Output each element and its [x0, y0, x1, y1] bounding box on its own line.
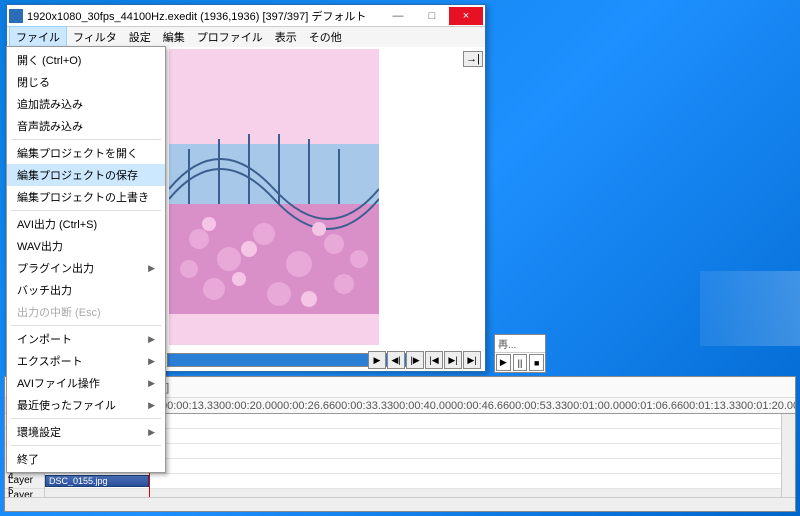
end-button[interactable]: ▶| — [463, 351, 481, 369]
menu-file[interactable]: ファイル — [9, 26, 67, 48]
maximize-button[interactable]: □ — [415, 7, 449, 25]
timeline-scroll-h[interactable] — [5, 497, 795, 511]
menu-profile[interactable]: プロファイル — [191, 27, 269, 47]
next-frame-button[interactable]: ▶| — [444, 351, 462, 369]
resume-title: 再... — [495, 335, 545, 353]
preview-panel — [169, 49, 379, 345]
preview-image — [169, 49, 379, 345]
frame-jump-button[interactable]: →| — [463, 51, 483, 67]
menu-edit[interactable]: 編集 — [157, 27, 191, 47]
menu-settings[interactable]: 設定 — [123, 27, 157, 47]
menu-item[interactable]: 編集プロジェクトを開く — [7, 142, 165, 164]
menu-item[interactable]: インポート▶ — [7, 328, 165, 350]
menu-item[interactable]: AVI出力 (Ctrl+S) — [7, 213, 165, 235]
minimize-button[interactable]: — — [381, 7, 415, 25]
app-icon — [9, 9, 23, 23]
layer-label-6[interactable]: Layer 6 — [5, 489, 44, 497]
menu-item[interactable]: 終了 — [7, 448, 165, 470]
play-button[interactable]: ▶ — [368, 351, 386, 369]
menu-item[interactable]: 編集プロジェクトの上書き — [7, 186, 165, 208]
prev-button[interactable]: ◀| — [387, 351, 405, 369]
next-button[interactable]: |▶ — [406, 351, 424, 369]
transport-controls: ▶ ◀| |▶ |◀ ▶| ▶| — [367, 351, 481, 369]
menu-item[interactable]: 開く (Ctrl+O) — [7, 49, 165, 71]
menu-item[interactable]: 環境設定▶ — [7, 421, 165, 443]
track-6[interactable] — [45, 489, 795, 497]
menubar: ファイル フィルタ 設定 編集 プロファイル 表示 その他 — [7, 27, 485, 47]
prev-frame-button[interactable]: |◀ — [425, 351, 443, 369]
file-menu-dropdown: 開く (Ctrl+O)閉じる追加読み込み音声読み込み編集プロジェクトを開く編集プ… — [6, 46, 166, 473]
titlebar[interactable]: 1920x1080_30fps_44100Hz.exedit (1936,193… — [7, 5, 485, 27]
menu-item[interactable]: プラグイン出力▶ — [7, 257, 165, 279]
resume-pause-button[interactable]: || — [513, 354, 528, 371]
menu-other[interactable]: その他 — [303, 27, 348, 47]
menu-item[interactable]: バッチ出力 — [7, 279, 165, 301]
layer-label-5[interactable]: Layer 5 — [5, 474, 44, 489]
resume-panel: 再... ▶ || ■ — [494, 334, 546, 373]
menu-item[interactable]: 追加読み込み — [7, 93, 165, 115]
menu-item[interactable]: 音声読み込み — [7, 115, 165, 137]
track-5[interactable]: DSC_0155.jpg — [45, 474, 795, 489]
window-title: 1920x1080_30fps_44100Hz.exedit (1936,193… — [27, 8, 381, 24]
menu-item[interactable]: 閉じる — [7, 71, 165, 93]
resume-stop-button[interactable]: ■ — [529, 354, 544, 371]
menu-item: 出力の中断 (Esc) — [7, 301, 165, 323]
menu-view[interactable]: 表示 — [269, 27, 303, 47]
menu-item[interactable]: 最近使ったファイル▶ — [7, 394, 165, 416]
menu-item[interactable]: AVIファイル操作▶ — [7, 372, 165, 394]
menu-item[interactable]: WAV出力 — [7, 235, 165, 257]
menu-item[interactable]: 編集プロジェクトの保存 — [7, 164, 165, 186]
close-button[interactable]: × — [449, 7, 483, 25]
menu-filter[interactable]: フィルタ — [67, 27, 123, 47]
resume-play-button[interactable]: ▶ — [496, 354, 511, 371]
timeline-scroll-v[interactable] — [781, 414, 795, 497]
clip-dsc2[interactable]: DSC_0155.jpg — [45, 475, 149, 487]
menu-item[interactable]: エクスポート▶ — [7, 350, 165, 372]
